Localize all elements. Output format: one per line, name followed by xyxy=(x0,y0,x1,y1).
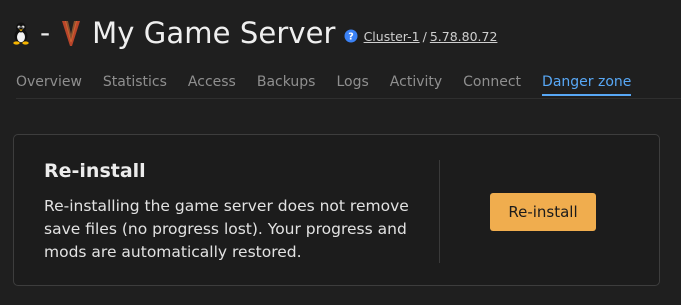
tab-overview[interactable]: Overview xyxy=(16,70,82,96)
location-separator: / xyxy=(422,28,427,44)
server-name: My Game Server xyxy=(92,16,336,50)
server-header: - My Game Server ? Cluster-1/5.78.80.72 xyxy=(10,12,497,54)
tab-activity[interactable]: Activity xyxy=(390,70,442,96)
ip-address-link[interactable]: 5.78.80.72 xyxy=(430,29,498,44)
reinstall-description: Re-installing the game server does not r… xyxy=(44,197,409,261)
server-location: Cluster-1/5.78.80.72 xyxy=(364,29,498,44)
tab-statistics[interactable]: Statistics xyxy=(103,70,167,96)
valheim-v-logo-icon xyxy=(60,18,82,48)
reinstall-card: Re-install Re-installing the game server… xyxy=(13,134,660,286)
tab-backups[interactable]: Backups xyxy=(257,70,316,96)
tab-connect[interactable]: Connect xyxy=(463,70,521,96)
server-tabs: Overview Statistics Access Backups Logs … xyxy=(16,70,681,99)
tab-danger-zone[interactable]: Danger zone xyxy=(542,70,632,96)
reinstall-button[interactable]: Re-install xyxy=(490,193,596,231)
card-divider xyxy=(439,160,440,263)
tab-logs[interactable]: Logs xyxy=(336,70,368,96)
linux-penguin-icon xyxy=(10,20,32,46)
title-separator: - xyxy=(40,16,51,49)
svg-text:?: ? xyxy=(348,32,354,43)
question-circle-icon[interactable]: ? xyxy=(344,28,358,43)
reinstall-title: Re-install xyxy=(44,160,146,182)
tab-access[interactable]: Access xyxy=(188,70,236,96)
cluster-link[interactable]: Cluster-1 xyxy=(364,29,420,44)
